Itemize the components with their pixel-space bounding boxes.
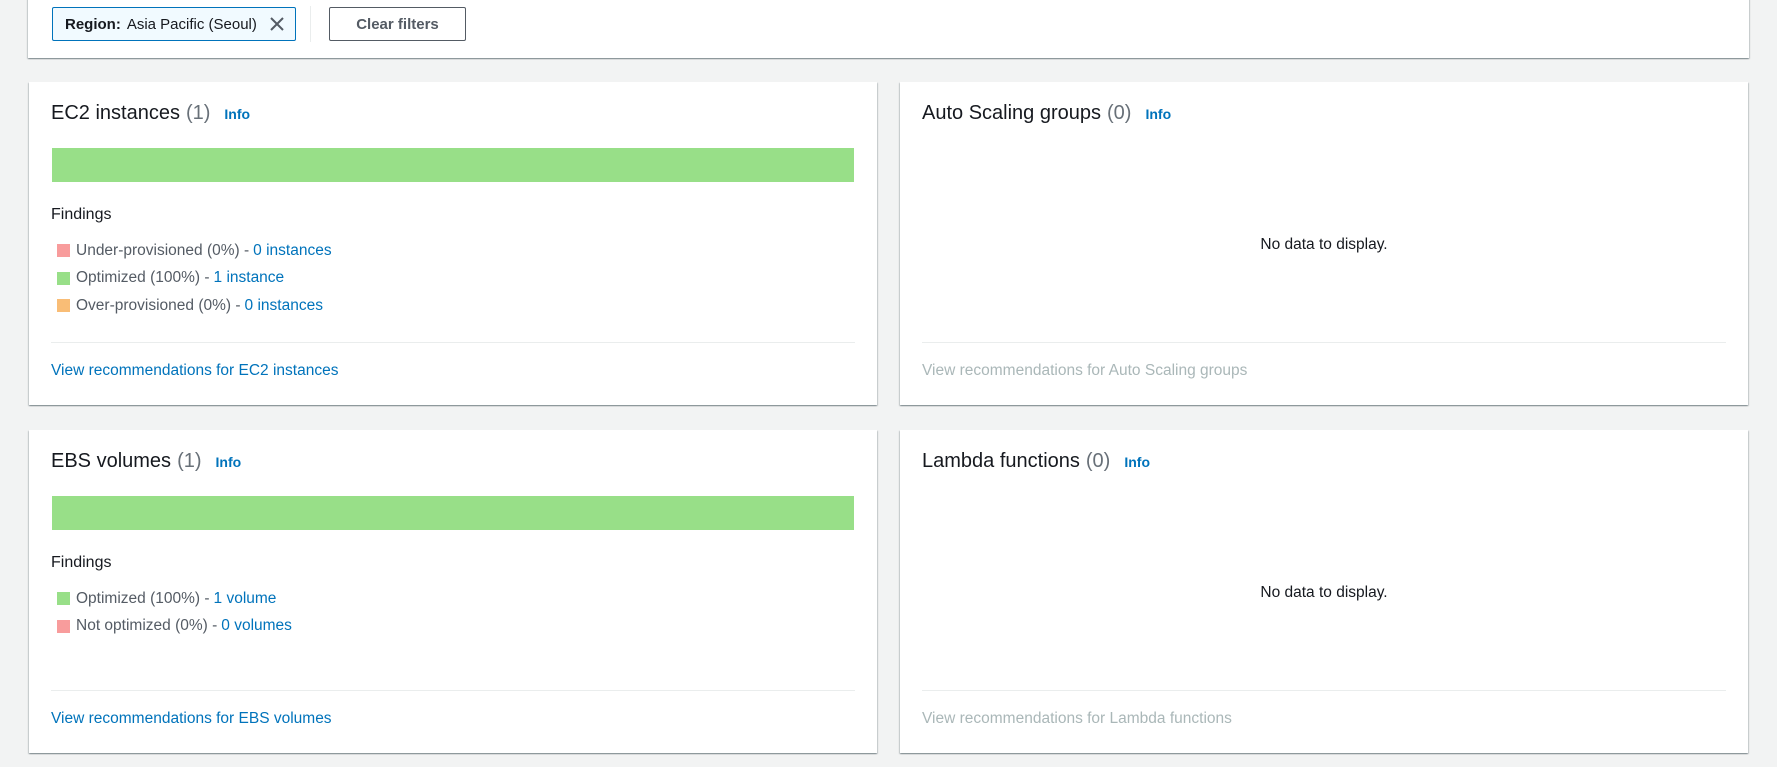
finding-link[interactable]: 0 instances [253, 242, 331, 260]
card-header: Auto Scaling groups (0) Info [922, 102, 1171, 125]
info-link[interactable]: Info [216, 454, 242, 470]
card-divider [51, 342, 855, 343]
finding-link[interactable]: 1 instance [214, 269, 285, 287]
view-ebs-recommendations-link[interactable]: View recommendations for EBS volumes [51, 710, 332, 728]
optimized-bar-segment [52, 496, 854, 530]
finding-over-provisioned: Over-provisioned (0%) - 0 instances [51, 292, 332, 320]
finding-label: Over-provisioned (0%) - [76, 296, 241, 314]
card-title: EBS volumes [51, 450, 172, 472]
finding-optimized: Optimized (100%) - 1 volume [51, 585, 292, 613]
findings-bar [52, 148, 854, 182]
info-link[interactable]: Info [224, 106, 250, 122]
card-header: Lambda functions (0) Info [922, 450, 1150, 473]
close-icon[interactable] [269, 16, 285, 32]
auto-scaling-groups-card: Auto Scaling groups (0) Info No data to … [900, 82, 1748, 405]
info-link[interactable]: Info [1124, 454, 1150, 470]
legend-swatch [57, 592, 70, 606]
card-count: (0) [1107, 102, 1132, 124]
findings-title: Findings [51, 554, 112, 571]
card-count: (0) [1085, 450, 1111, 472]
card-count: (1) [177, 450, 202, 472]
findings-list: Optimized (100%) - 1 volume Not optimize… [51, 585, 292, 640]
card-divider [922, 690, 1726, 691]
findings-title: Findings [51, 206, 112, 223]
lambda-functions-card: Lambda functions (0) Info No data to dis… [900, 430, 1748, 753]
legend-swatch [57, 299, 70, 313]
finding-optimized: Optimized (100%) - 1 instance [51, 265, 332, 293]
legend-swatch [57, 244, 70, 258]
view-lambda-recommendations-link: View recommendations for Lambda function… [922, 710, 1232, 727]
card-divider [922, 342, 1726, 343]
legend-swatch [57, 271, 70, 285]
finding-label: Under-provisioned (0%) - [76, 241, 250, 259]
card-title: EC2 instances [51, 102, 180, 124]
card-count: (1) [185, 102, 211, 124]
finding-label: Optimized (100%) - [76, 589, 210, 607]
card-header: EC2 instances (1) Info [51, 102, 250, 125]
legend-swatch [57, 619, 70, 633]
card-title: Auto Scaling groups [922, 102, 1102, 124]
finding-link[interactable]: 1 volume [214, 590, 277, 608]
view-asg-recommendations-link: View recommendations for Auto Scaling gr… [922, 362, 1248, 379]
findings-bar [52, 496, 854, 530]
finding-label: Not optimized (0%) - [76, 617, 218, 635]
card-divider [51, 690, 855, 691]
empty-message: No data to display. [1260, 236, 1388, 253]
card-header: EBS volumes (1) Info [51, 450, 241, 473]
empty-message: No data to display. [1260, 584, 1388, 601]
ebs-volumes-card: EBS volumes (1) Info Findings Optimized … [29, 430, 877, 753]
region-filter-token[interactable]: Region: Asia Pacific (Seoul) [52, 7, 296, 41]
clear-filters-button[interactable]: Clear filters [329, 7, 466, 41]
filter-bar: Region: Asia Pacific (Seoul) Clear filte… [28, 0, 1749, 58]
info-link[interactable]: Info [1145, 106, 1171, 122]
filter-token-value: Asia Pacific (Seoul) [126, 15, 257, 33]
finding-under-provisioned: Under-provisioned (0%) - 0 instances [51, 237, 332, 265]
finding-label: Optimized (100%) - [76, 269, 210, 287]
filter-divider [310, 6, 311, 42]
filter-token-key: Region: [65, 15, 121, 33]
view-ec2-recommendations-link[interactable]: View recommendations for EC2 instances [51, 362, 338, 380]
card-title: Lambda functions [922, 450, 1080, 472]
finding-link[interactable]: 0 instances [245, 297, 323, 315]
finding-link[interactable]: 0 volumes [221, 617, 292, 635]
ec2-instances-card: EC2 instances (1) Info Findings Under-pr… [29, 82, 877, 405]
optimized-bar-segment [52, 148, 854, 182]
finding-not-optimized: Not optimized (0%) - 0 volumes [51, 613, 292, 641]
findings-list: Under-provisioned (0%) - 0 instances Opt… [51, 237, 332, 320]
